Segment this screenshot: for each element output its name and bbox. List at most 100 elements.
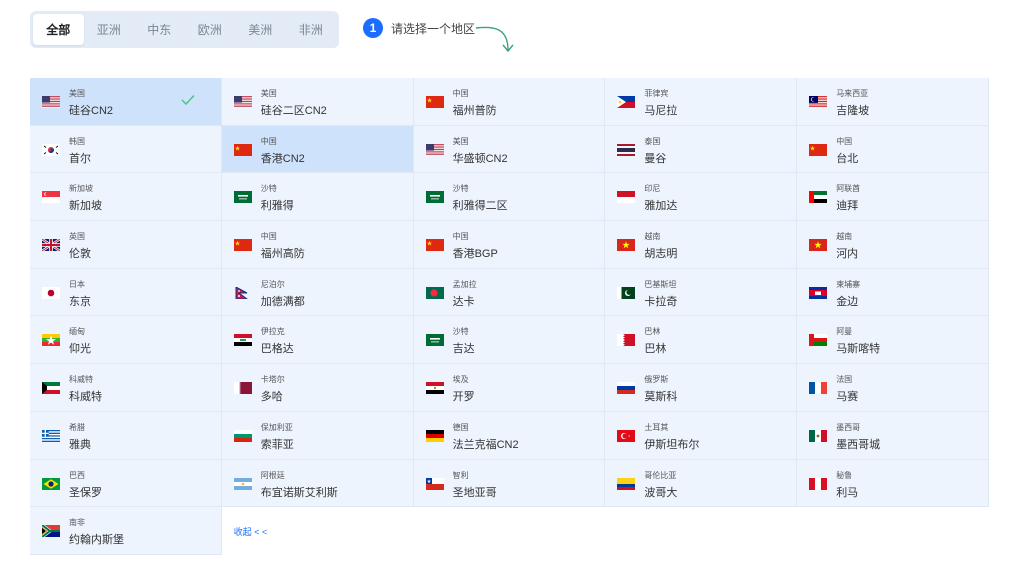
region-option[interactable]: 孟加拉 达卡 xyxy=(413,268,606,317)
tab-2[interactable]: 中东 xyxy=(134,14,185,45)
region-option[interactable]: 菲律宾 马尼拉 xyxy=(605,78,798,126)
flag-th-icon xyxy=(617,143,636,156)
collapse-link[interactable]: 收起 < < xyxy=(234,525,268,538)
region-option[interactable]: 中国 福州高防 xyxy=(221,221,414,269)
region-option[interactable]: 英国 伦敦 xyxy=(30,221,222,269)
region-option[interactable]: 法国 马赛 xyxy=(797,364,989,412)
flag-ar-icon xyxy=(233,477,252,490)
flag-us-icon xyxy=(425,143,444,156)
region-option[interactable]: 科威特 科威特 xyxy=(30,364,222,412)
region-city: 硅谷二区CN2 xyxy=(260,105,327,117)
region-option[interactable]: 智利 圣地亚哥 xyxy=(413,459,606,508)
flag-cn-icon xyxy=(233,238,252,252)
region-option[interactable]: 南非 约翰内斯堡 xyxy=(30,507,222,555)
region-option[interactable]: 印尼 雅加达 xyxy=(605,173,798,222)
region-option[interactable]: 缅甸 仰光 xyxy=(30,316,222,365)
region-city: 金边 xyxy=(836,295,859,308)
region-option[interactable]: 伊拉克 巴格达 xyxy=(221,316,414,365)
region-option[interactable]: 美国 华盛顿CN2 xyxy=(413,125,606,174)
region-row: 新加坡 新加坡 沙特 利雅得 沙特 利雅得二区 印尼 雅加达 阿联酋 迪拜 xyxy=(30,173,989,222)
flag-br-icon xyxy=(42,477,60,490)
region-option[interactable]: 沙特 利雅得 xyxy=(221,173,414,222)
region-country: 巴西 xyxy=(69,470,85,480)
region-city: 法兰克福CN2 xyxy=(452,438,519,451)
tab-4[interactable]: 美洲 xyxy=(235,14,286,45)
region-option[interactable]: 阿曼 马斯喀特 xyxy=(797,316,989,365)
region-option[interactable]: 美国 硅谷CN2 xyxy=(30,78,222,126)
region-option[interactable]: 秘鲁 利马 xyxy=(797,459,989,508)
region-option[interactable]: 阿联酋 迪拜 xyxy=(797,173,989,222)
region-country: 中国 xyxy=(260,136,277,146)
region-option[interactable]: 巴林 巴林 xyxy=(605,316,798,365)
flag-om-icon xyxy=(809,333,828,347)
flag-cn-icon xyxy=(425,95,444,108)
region-row: 缅甸 仰光 伊拉克 巴格达 沙特 吉达 巴林 巴林 阿曼 马斯喀特 xyxy=(30,316,989,365)
flag-de-icon xyxy=(425,429,444,442)
tab-5[interactable]: 非洲 xyxy=(286,14,337,45)
region-option[interactable]: 日本 东京 xyxy=(30,268,222,317)
region-option[interactable]: 新加坡 新加坡 xyxy=(30,173,222,222)
region-country: 中国 xyxy=(836,136,853,146)
region-option[interactable]: 中国 香港BGP xyxy=(413,221,606,269)
region-country: 英国 xyxy=(69,232,85,242)
flag-fr-icon xyxy=(809,381,828,395)
region-country: 保加利亚 xyxy=(260,422,293,432)
region-country: 中国 xyxy=(452,89,469,98)
region-country: 伊拉克 xyxy=(260,327,285,337)
region-option[interactable]: 巴西 圣保罗 xyxy=(30,459,222,508)
region-option[interactable]: 德国 法兰克福CN2 xyxy=(413,411,606,460)
region-tabs: 全部 亚洲 中东 欧洲 美洲 非洲 xyxy=(30,11,339,48)
region-option[interactable]: 土耳其 伊斯坦布尔 xyxy=(605,411,798,460)
flag-cl-icon xyxy=(425,477,444,490)
flag-bg-icon xyxy=(233,429,252,442)
region-option[interactable]: 越南 胡志明 xyxy=(605,221,798,269)
region-city: 伦敦 xyxy=(69,248,91,261)
region-row: 英国 伦敦 中国 福州高防 中国 香港BGP 越南 胡志明 越南 河内 xyxy=(30,221,989,269)
region-option[interactable]: 卡塔尔 多哈 xyxy=(221,364,414,412)
region-option[interactable]: 巴基斯坦 卡拉奇 xyxy=(605,268,798,317)
flag-tr-icon xyxy=(617,429,636,442)
region-country: 美国 xyxy=(69,89,85,98)
region-country: 智利 xyxy=(452,470,469,480)
region-option[interactable]: 希腊 雅典 xyxy=(30,411,222,460)
region-option[interactable]: 俄罗斯 莫斯科 xyxy=(605,364,798,412)
region-option[interactable]: 韩国 首尔 xyxy=(30,125,222,174)
region-country: 中国 xyxy=(452,232,469,242)
region-option[interactable]: 墨西哥 墨西哥城 xyxy=(797,411,989,460)
region-option[interactable]: 越南 河内 xyxy=(797,221,989,269)
region-option[interactable]: 沙特 吉达 xyxy=(413,316,606,365)
region-city: 吉隆坡 xyxy=(836,105,870,117)
flag-bd-icon xyxy=(425,286,444,299)
flag-mm-icon xyxy=(42,333,60,347)
region-option[interactable]: 哥伦比亚 波哥大 xyxy=(605,459,798,508)
region-option[interactable]: 阿根廷 布宜诺斯艾利斯 xyxy=(221,459,414,508)
tab-3[interactable]: 欧洲 xyxy=(185,14,236,45)
region-country: 巴林 xyxy=(644,327,661,337)
region-city: 加德满都 xyxy=(260,295,305,308)
region-city: 迪拜 xyxy=(836,200,859,213)
region-option[interactable]: 美国 硅谷二区CN2 xyxy=(221,78,414,126)
region-option[interactable]: 中国 台北 xyxy=(797,125,989,174)
flag-bh-icon xyxy=(617,333,636,347)
tab-1[interactable]: 亚洲 xyxy=(84,14,135,45)
region-option[interactable]: 埃及 开罗 xyxy=(413,364,606,412)
flag-qa-icon xyxy=(233,381,252,395)
tab-0[interactable]: 全部 xyxy=(33,14,84,45)
region-option[interactable]: 泰国 曼谷 xyxy=(605,125,798,174)
region-option[interactable]: 柬埔寨 金边 xyxy=(797,268,989,317)
flag-us-icon xyxy=(42,95,60,109)
region-option[interactable]: 马来西亚 吉隆坡 xyxy=(797,78,989,126)
region-city: 约翰内斯堡 xyxy=(69,534,124,547)
region-option[interactable]: 尼泊尔 加德满都 xyxy=(221,268,414,317)
region-option[interactable]: 沙特 利雅得二区 xyxy=(413,173,606,222)
region-country: 沙特 xyxy=(260,184,277,194)
region-country: 沙特 xyxy=(452,184,469,194)
flag-pe-icon xyxy=(809,477,828,490)
region-option[interactable]: 保加利亚 索菲亚 xyxy=(221,411,414,460)
region-city: 河内 xyxy=(836,248,859,261)
collapse-cell: 收起 < < xyxy=(222,507,414,555)
region-option[interactable]: 中国 香港CN2 xyxy=(221,125,414,174)
region-city: 仰光 xyxy=(69,343,91,356)
region-option[interactable]: 中国 福州普防 xyxy=(413,78,606,126)
step-instruction: 请选择一个地区 xyxy=(391,21,476,36)
